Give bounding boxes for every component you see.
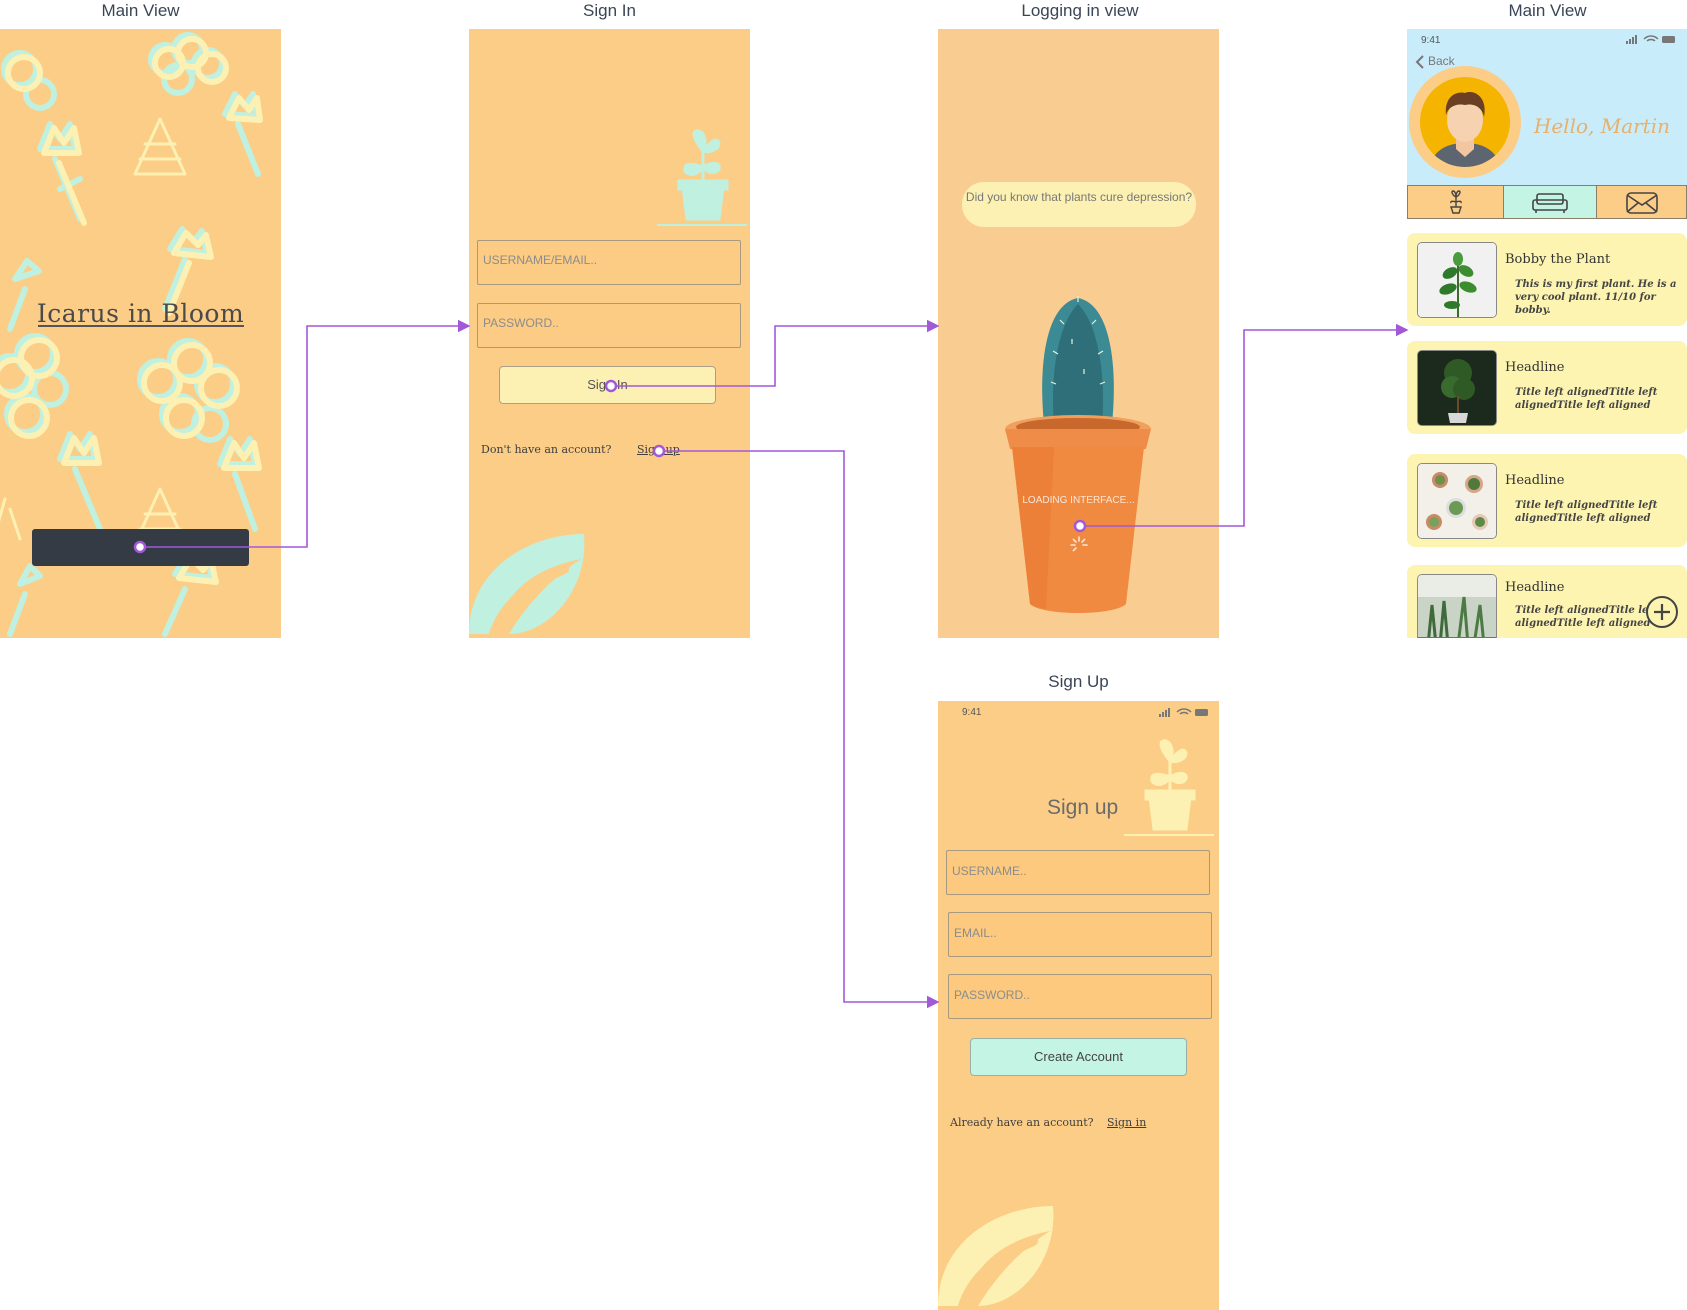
- frame-title-main-view: Main View: [101, 1, 180, 20]
- username-email-field[interactable]: USERNAME/EMAIL..: [477, 240, 741, 285]
- loading-text: LOADING INTERFACE...: [1022, 495, 1135, 506]
- have-account-prompt: Already have an account?: [950, 1116, 1094, 1129]
- plant-icon: [1450, 190, 1462, 214]
- leaf-decoration-icon: [469, 534, 585, 638]
- sign-in-button[interactable]: Sign In: [499, 366, 716, 404]
- create-account-button[interactable]: Create Account: [970, 1038, 1187, 1076]
- frame-title-sign-in: Sign In: [583, 1, 636, 20]
- sign-up-link[interactable]: Sign up: [637, 443, 680, 456]
- sign-in-link[interactable]: Sign in: [1107, 1116, 1146, 1129]
- plant-card[interactable]: Headline Title left alignedTitle left al…: [1407, 565, 1687, 638]
- fact-speech-bubble: Did you know that plants cure depression…: [962, 182, 1196, 227]
- plant-card[interactable]: Headline Title left alignedTitle left al…: [1407, 341, 1687, 434]
- username-field[interactable]: USERNAME..: [946, 850, 1210, 895]
- tab-bar: [1407, 185, 1687, 219]
- plant-thumbnail: [1417, 574, 1497, 638]
- mail-icon: [1626, 192, 1658, 214]
- sign-up-heading: Sign up: [1047, 796, 1119, 819]
- card-body: Title left alignedTitle left alignedTitl…: [1515, 387, 1658, 411]
- potted-plant-icon: [657, 129, 747, 226]
- card-title: Bobby the Plant: [1505, 252, 1611, 267]
- card-title: Headline: [1505, 473, 1565, 488]
- profile-header: 9:41 Back Hello, Martin: [1407, 29, 1687, 185]
- start-button[interactable]: [32, 529, 249, 566]
- plant-thumbnail: [1417, 242, 1497, 318]
- password-field[interactable]: PASSWORD..: [477, 303, 741, 348]
- add-plant-button[interactable]: [1646, 596, 1678, 628]
- tab-plants[interactable]: [1407, 185, 1504, 219]
- splash-screen: Icarus in Bloom: [0, 29, 281, 638]
- leaf-decoration-icon: [938, 1206, 1054, 1310]
- plant-thumbnail: [1417, 350, 1497, 426]
- plant-card[interactable]: Headline Title left alignedTitle left al…: [1407, 454, 1687, 547]
- card-title: Headline: [1505, 580, 1565, 595]
- logging-in-screen: Did you know that plants cure depression…: [938, 29, 1219, 638]
- plant-photo-image: [1418, 464, 1496, 538]
- status-icons: [1626, 35, 1675, 44]
- greeting-text: Hello, Martin: [1533, 114, 1670, 138]
- title-underline: [38, 325, 244, 327]
- plant-photo-image: [1418, 575, 1496, 638]
- plant-photo-image: [1418, 351, 1496, 425]
- loading-spinner-icon: [1070, 536, 1088, 552]
- card-body: This is my first plant. He is a very coo…: [1515, 279, 1677, 316]
- sign-in-screen: USERNAME/EMAIL.. PASSWORD.. Sign In Don'…: [469, 29, 750, 638]
- plus-icon: [1654, 604, 1670, 620]
- app-title: Icarus in Bloom: [36, 299, 245, 328]
- plant-photo-image: [1418, 243, 1496, 317]
- plant-thumbnail: [1417, 463, 1497, 539]
- card-title: Headline: [1505, 360, 1565, 375]
- no-account-prompt: Don't have an account?: [481, 443, 612, 456]
- frame-title-sign-up: Sign Up: [1048, 672, 1109, 691]
- sign-up-screen: 9:41 Sign up USERNAME.. EMAIL.. PASSWORD…: [938, 701, 1219, 1310]
- avatar: [1409, 66, 1521, 178]
- tab-messages[interactable]: [1596, 185, 1687, 219]
- tab-home[interactable]: [1503, 185, 1597, 219]
- status-icons: [1159, 708, 1208, 717]
- status-time: 9:41: [1421, 35, 1441, 46]
- frame-title-logging-in: Logging in view: [1021, 1, 1139, 20]
- status-time: 9:41: [962, 707, 982, 718]
- password-field[interactable]: PASSWORD..: [948, 974, 1212, 1019]
- card-body: Title left alignedTitle left alignedTitl…: [1515, 500, 1658, 524]
- potted-plant-icon: [1124, 739, 1214, 836]
- sofa-icon: [1532, 193, 1568, 213]
- email-field[interactable]: EMAIL..: [948, 912, 1212, 957]
- home-screen: 9:41 Back Hello, Martin Bobby the Plant …: [1407, 29, 1687, 638]
- cactus-pot-image: [1005, 296, 1151, 613]
- plant-card[interactable]: Bobby the Plant This is my first plant. …: [1407, 233, 1687, 326]
- frame-title-main-view-home: Main View: [1508, 1, 1587, 20]
